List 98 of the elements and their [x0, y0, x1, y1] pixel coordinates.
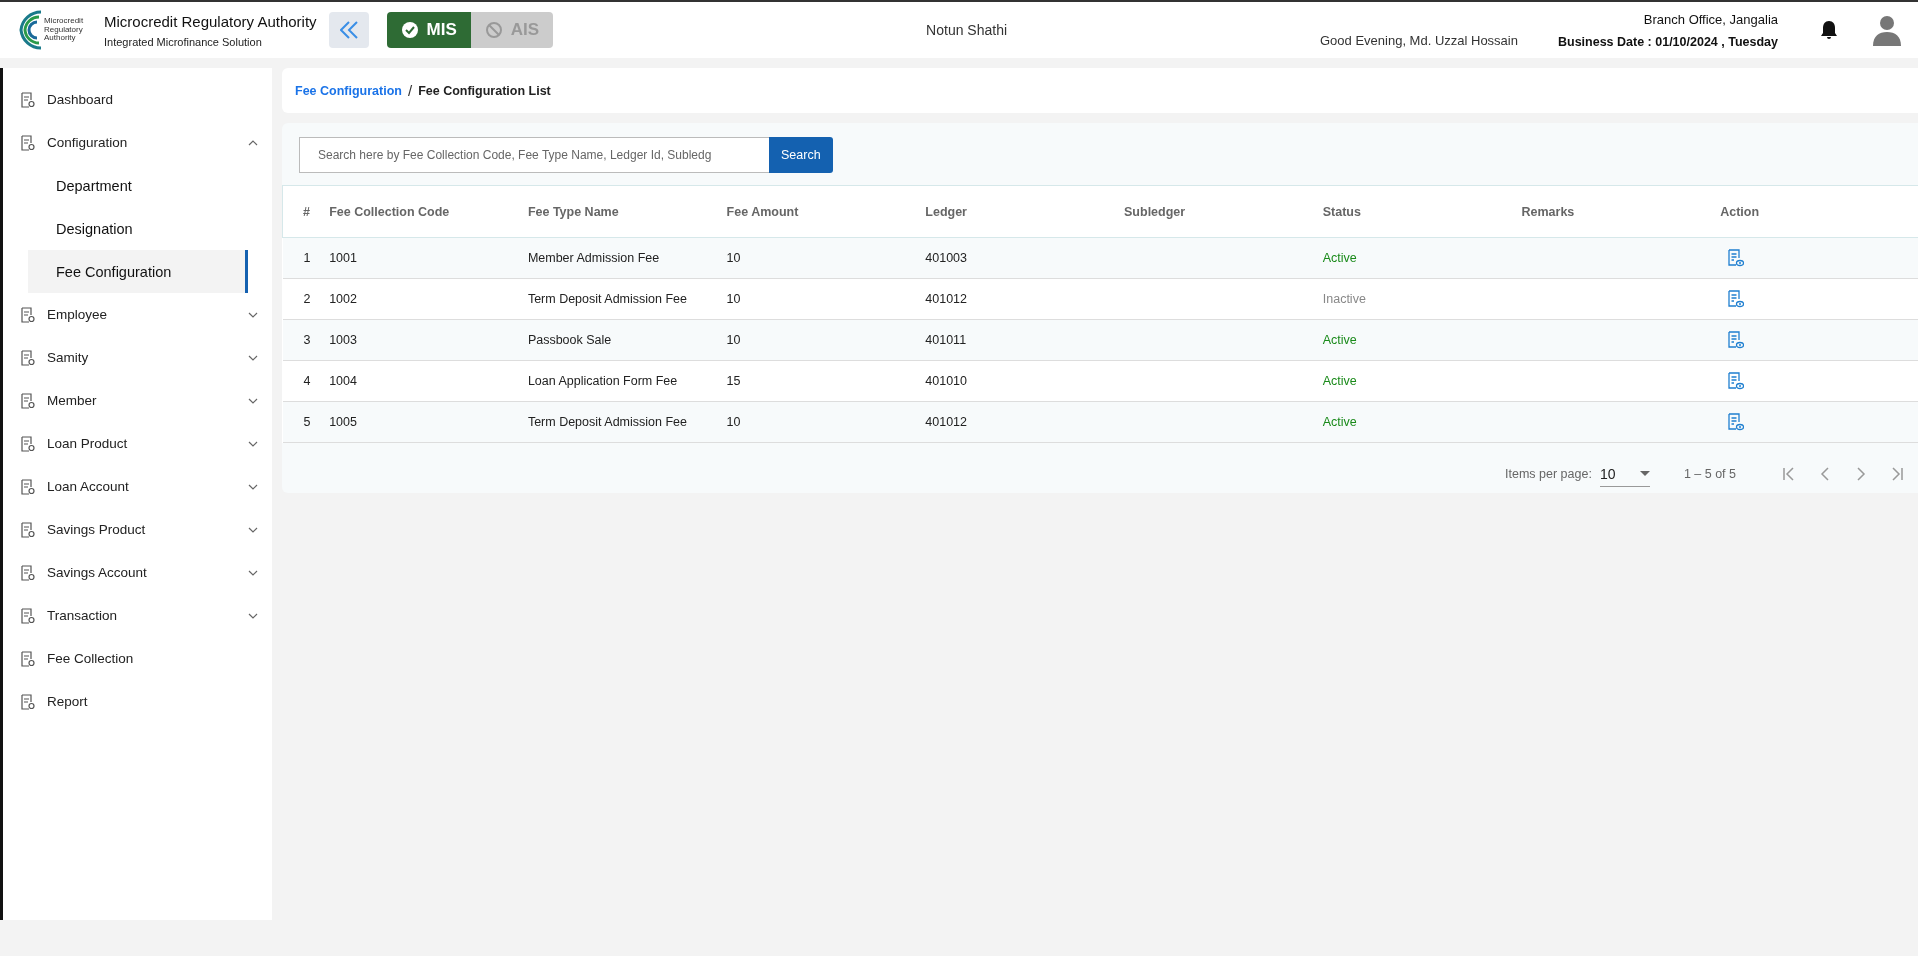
sidebar-item[interactable]: Dashboard	[3, 78, 272, 121]
breadcrumb-separator: /	[407, 82, 413, 99]
document-icon	[21, 693, 35, 710]
document-icon	[21, 392, 35, 409]
column-header: #	[282, 185, 329, 238]
table-cell: 5	[282, 401, 329, 443]
previous-page-icon[interactable]	[1818, 467, 1832, 481]
page-range: 1 – 5 of 5	[1683, 467, 1736, 481]
submenu-item[interactable]: Department	[28, 164, 248, 207]
search-field[interactable]: Search here by Fee Collection Code, Fee Type Name, Ledger Id, Subledg	[299, 137, 769, 173]
branch-name: Branch Office, Jangalia	[1643, 11, 1778, 27]
document-icon	[21, 91, 35, 108]
document-icon	[21, 650, 35, 667]
table-cell: 3	[282, 319, 329, 361]
blocked-icon	[484, 21, 503, 39]
table-cell: 10	[725, 278, 925, 320]
table-cell: 1001	[328, 237, 527, 279]
sidebar-item[interactable]: Employee	[3, 293, 272, 336]
organization-name: Microcredit Regulatory Authority	[104, 12, 317, 30]
column-header: Fee Collection Code	[328, 185, 527, 238]
document-icon	[21, 435, 35, 452]
table-cell: Term Deposit Admission Fee	[526, 401, 726, 443]
sidebar-item[interactable]: Fee Collection	[3, 637, 272, 680]
document-icon	[21, 478, 35, 495]
double-chevron-left-icon	[339, 21, 358, 39]
table-cell: 401012	[924, 278, 1124, 320]
search-button[interactable]: Search	[769, 137, 833, 173]
table-cell: Loan Application Form Fee	[526, 360, 726, 402]
greeting-text: Good Evening, Md. Uzzal Hossain	[1320, 32, 1518, 48]
status-text: Inactive	[1322, 292, 1366, 306]
table-cell: 401012	[924, 401, 1124, 443]
table-cell: 1005	[328, 401, 527, 443]
sidebar-item[interactable]: Samity	[3, 336, 272, 379]
status-text: Active	[1322, 251, 1357, 265]
breadcrumb-current: Fee Configuration List	[418, 83, 551, 98]
sidebar-item[interactable]: Loan Account	[3, 465, 272, 508]
document-icon	[21, 306, 35, 323]
notification-bell-icon[interactable]	[1820, 20, 1838, 40]
items-per-page-label: Items per page:	[1505, 467, 1592, 481]
submenu-item[interactable]: Designation	[28, 207, 248, 250]
sidebar-item[interactable]: Loan Product	[3, 422, 272, 465]
user-avatar-icon[interactable]	[1872, 14, 1902, 46]
table-cell: 1003	[328, 319, 527, 361]
sidebar-item[interactable]: Configuration	[3, 121, 272, 164]
first-page-icon[interactable]	[1782, 467, 1796, 481]
column-header: Fee Type Name	[526, 185, 726, 238]
view-document-icon[interactable]	[1728, 372, 1745, 390]
column-header: Action	[1719, 185, 1918, 238]
breadcrumb-link[interactable]: Fee Configuration	[295, 83, 402, 98]
organization-subtitle: Integrated Microfinance Solution	[104, 35, 263, 48]
sidebar-item[interactable]: Savings Product	[3, 508, 272, 551]
module-tab[interactable]: MIS	[386, 12, 471, 48]
sidebar-item[interactable]: Report	[3, 680, 272, 723]
document-icon	[21, 134, 35, 151]
sidebar-item[interactable]: Savings Account	[3, 551, 272, 594]
table-cell: Member Admission Fee	[526, 237, 726, 279]
column-header: Status	[1321, 185, 1521, 238]
sidebar-item[interactable]: Transaction	[3, 594, 272, 637]
table-cell: 401010	[924, 360, 1124, 402]
last-page-icon[interactable]	[1890, 467, 1904, 481]
column-header: Ledger	[924, 185, 1124, 238]
table-cell: 2	[282, 278, 329, 320]
dropdown-caret-icon	[1639, 471, 1650, 476]
institution-name: Notun Shathi	[926, 22, 1008, 38]
status-text: Active	[1322, 374, 1357, 388]
sidebar-item[interactable]: Member	[3, 379, 272, 422]
table-cell: 401003	[924, 237, 1124, 279]
column-header: Fee Amount	[725, 185, 925, 238]
status-text: Active	[1322, 415, 1357, 429]
table-cell: 15	[725, 360, 925, 402]
next-page-icon[interactable]	[1854, 467, 1868, 481]
view-document-icon[interactable]	[1728, 413, 1745, 431]
column-header: Subledger	[1123, 185, 1322, 238]
column-header: Remarks	[1520, 185, 1720, 238]
view-document-icon[interactable]	[1728, 290, 1745, 308]
document-icon	[21, 607, 35, 624]
document-icon	[21, 564, 35, 581]
table-cell: 1002	[328, 278, 527, 320]
table-cell: 401011	[924, 319, 1124, 361]
table-cell: 10	[725, 237, 925, 279]
status-text: Active	[1322, 333, 1357, 347]
table-cell: 10	[725, 319, 925, 361]
collapse-sidebar-button[interactable]	[328, 12, 369, 48]
business-date: Business Date : 01/10/2024 , Tuesday	[1557, 34, 1778, 49]
logo-icon	[18, 10, 44, 50]
document-icon	[21, 521, 35, 538]
table-cell: 1	[282, 237, 329, 279]
table-cell: 4	[282, 360, 329, 402]
table-cell: 1004	[328, 360, 527, 402]
document-icon	[21, 349, 35, 366]
table-cell: Term Deposit Admission Fee	[526, 278, 726, 320]
table-cell: 10	[725, 401, 925, 443]
view-document-icon[interactable]	[1728, 331, 1745, 349]
view-document-icon[interactable]	[1728, 249, 1745, 267]
check-circle-icon	[400, 21, 419, 39]
submenu-item[interactable]: Fee Configuration	[28, 250, 248, 293]
page-size-select[interactable]: 10	[1599, 461, 1650, 487]
table-cell: Passbook Sale	[526, 319, 726, 361]
